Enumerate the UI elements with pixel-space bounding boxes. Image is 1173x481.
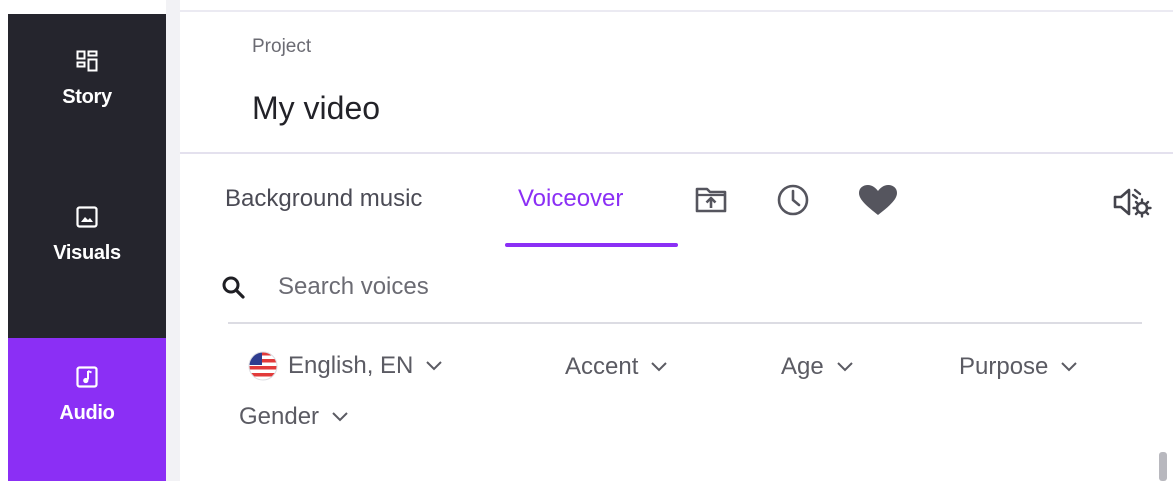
language-filter-dropdown[interactable]: English, EN bbox=[248, 351, 443, 381]
chevron-down-icon bbox=[332, 412, 348, 422]
accent-filter-label: Accent bbox=[565, 353, 639, 380]
project-label: Project bbox=[252, 36, 312, 57]
header-divider bbox=[180, 152, 1173, 154]
sidebar-item-audio[interactable]: Audio bbox=[8, 338, 166, 481]
chevron-down-icon bbox=[1061, 362, 1078, 372]
age-filter-label: Age bbox=[781, 353, 824, 380]
sidebar-item-label: Visuals bbox=[53, 242, 121, 264]
us-flag-icon bbox=[248, 351, 278, 381]
history-clock-icon[interactable] bbox=[776, 183, 810, 217]
tab-background-music[interactable]: Background music bbox=[225, 185, 422, 213]
search-divider bbox=[228, 322, 1142, 324]
story-grid-icon bbox=[76, 50, 98, 72]
voice-settings-icon[interactable] bbox=[1112, 185, 1152, 219]
sidebar-item-story[interactable]: Story bbox=[8, 14, 166, 174]
app-window: Story Visuals Audio Project My video Bac… bbox=[0, 0, 1173, 481]
favorites-heart-icon[interactable] bbox=[856, 183, 900, 217]
chevron-down-icon bbox=[426, 361, 443, 371]
sidebar-item-label: Audio bbox=[59, 402, 115, 424]
chevron-down-icon bbox=[836, 362, 853, 372]
music-note-icon bbox=[76, 366, 98, 388]
gender-filter-label: Gender bbox=[239, 403, 320, 430]
purpose-filter-label: Purpose bbox=[959, 353, 1049, 380]
purpose-filter-dropdown[interactable]: Purpose bbox=[959, 353, 1078, 381]
age-filter-dropdown[interactable]: Age bbox=[781, 353, 854, 381]
search-input[interactable] bbox=[278, 268, 1128, 306]
scrollbar-thumb[interactable] bbox=[1159, 452, 1167, 481]
image-icon bbox=[76, 206, 98, 228]
upload-folder-icon[interactable] bbox=[695, 183, 727, 215]
tab-voiceover[interactable]: Voiceover bbox=[518, 185, 623, 213]
active-tab-indicator bbox=[505, 243, 678, 247]
panel-gutter bbox=[166, 0, 180, 481]
page-title[interactable]: My video bbox=[252, 90, 380, 127]
accent-filter-dropdown[interactable]: Accent bbox=[565, 353, 668, 381]
sidebar-item-visuals[interactable]: Visuals bbox=[8, 184, 166, 338]
top-divider bbox=[180, 10, 1173, 12]
gender-filter-dropdown[interactable]: Gender bbox=[239, 403, 349, 431]
sidebar: Story Visuals Audio bbox=[8, 14, 166, 481]
language-filter-label: English, EN bbox=[288, 352, 414, 379]
chevron-down-icon bbox=[651, 362, 668, 372]
sidebar-item-label: Story bbox=[62, 86, 112, 108]
search-icon bbox=[222, 276, 245, 299]
